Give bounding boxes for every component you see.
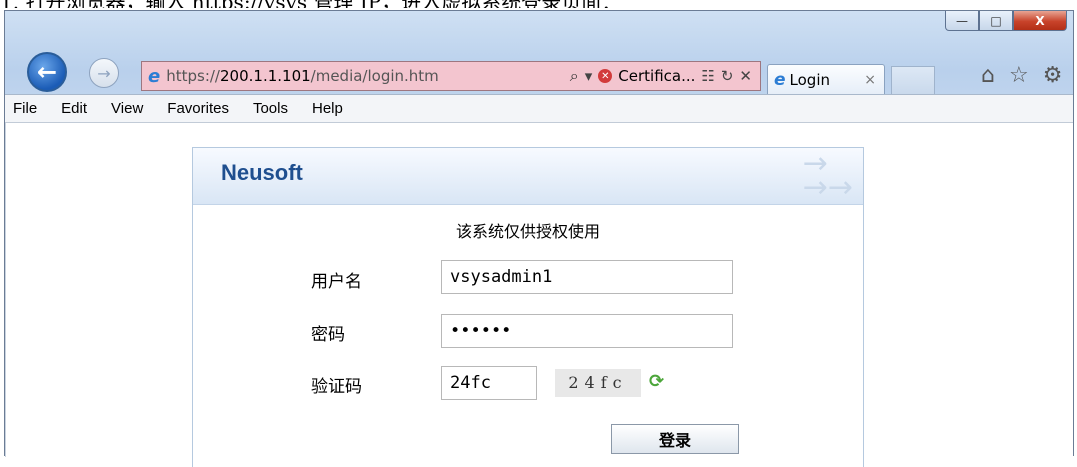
- login-button[interactable]: 登录: [611, 424, 739, 454]
- new-tab-button[interactable]: [891, 66, 935, 94]
- arrow-left-icon: ←: [36, 58, 58, 86]
- arrow-right-icon: →: [97, 63, 111, 83]
- tab-login[interactable]: e Login ×: [767, 64, 885, 94]
- captcha-label: 验证码: [311, 377, 362, 397]
- toolbar-icons: ⌂ ☆ ⚙: [981, 63, 1062, 88]
- search-icon[interactable]: ⌕: [570, 66, 579, 86]
- captcha-image: 24fc: [555, 369, 641, 397]
- favorites-star-icon[interactable]: ☆: [1009, 63, 1029, 88]
- brand-logo: Neusoft: [221, 160, 303, 185]
- maximize-button[interactable]: □: [979, 11, 1013, 31]
- back-button[interactable]: ←: [27, 52, 67, 92]
- certificate-error-label[interactable]: Certifica...: [618, 67, 695, 85]
- refresh-icon[interactable]: ↻: [721, 67, 734, 85]
- ie-tab-icon: e: [774, 69, 786, 90]
- compat-view-icon[interactable]: ☷: [701, 67, 714, 85]
- minimize-button[interactable]: —: [945, 11, 979, 31]
- menu-help[interactable]: Help: [300, 100, 355, 117]
- url-host: 200.1.1.101: [220, 67, 311, 85]
- url-path: /media/login.htm: [310, 67, 439, 85]
- login-panel-header: Neusoft → →→: [193, 148, 863, 205]
- address-bar[interactable]: e https://200.1.1.101/media/login.htm ⌕ …: [141, 61, 761, 91]
- url-text[interactable]: https://200.1.1.101/media/login.htm: [166, 67, 439, 85]
- password-label: 密码: [311, 325, 345, 345]
- menu-favorites[interactable]: Favorites: [155, 100, 241, 117]
- authorization-notice: 该系统仅供授权使用: [455, 222, 600, 241]
- ie-page-icon: e: [148, 65, 161, 87]
- close-window-button[interactable]: X: [1013, 11, 1067, 31]
- url-scheme: https://: [166, 67, 220, 85]
- decorative-arrows-icon: → →→: [802, 146, 853, 205]
- window-controls: — □ X: [945, 11, 1067, 31]
- menu-view[interactable]: View: [99, 100, 155, 117]
- search-dropdown-icon[interactable]: ▾: [585, 67, 593, 85]
- forward-button[interactable]: →: [89, 58, 119, 88]
- browser-window: — □ X ← → e https://200.1.1.101/media/lo…: [4, 10, 1074, 467]
- menu-edit[interactable]: Edit: [49, 100, 99, 117]
- stop-icon[interactable]: ✕: [739, 67, 752, 85]
- tab-title: Login: [789, 70, 830, 89]
- menu-file[interactable]: File: [5, 100, 49, 117]
- page-content: Neusoft → →→ 该系统仅供授权使用 用户名 vsysadmin1 密码 …: [5, 123, 1073, 467]
- document-instruction: 1. 打开浏览器，输入 https://vsys 管理 IP，进入虚拟系统登录页…: [0, 0, 1077, 8]
- captcha-refresh-icon[interactable]: ⟳: [649, 371, 664, 392]
- menu-tools[interactable]: Tools: [241, 100, 300, 117]
- home-icon[interactable]: ⌂: [981, 63, 995, 88]
- settings-gear-icon[interactable]: ⚙: [1043, 63, 1063, 88]
- username-label: 用户名: [311, 272, 362, 292]
- username-input[interactable]: vsysadmin1: [441, 260, 733, 294]
- menu-bar: File Edit View Favorites Tools Help: [5, 94, 1073, 123]
- password-input[interactable]: ••••••: [441, 314, 733, 348]
- cert-error-icon[interactable]: ✕: [598, 69, 613, 83]
- login-panel: Neusoft → →→ 该系统仅供授权使用 用户名 vsysadmin1 密码 …: [192, 147, 864, 467]
- captcha-input[interactable]: 24fc: [441, 366, 537, 400]
- tab-close-icon[interactable]: ×: [864, 72, 876, 88]
